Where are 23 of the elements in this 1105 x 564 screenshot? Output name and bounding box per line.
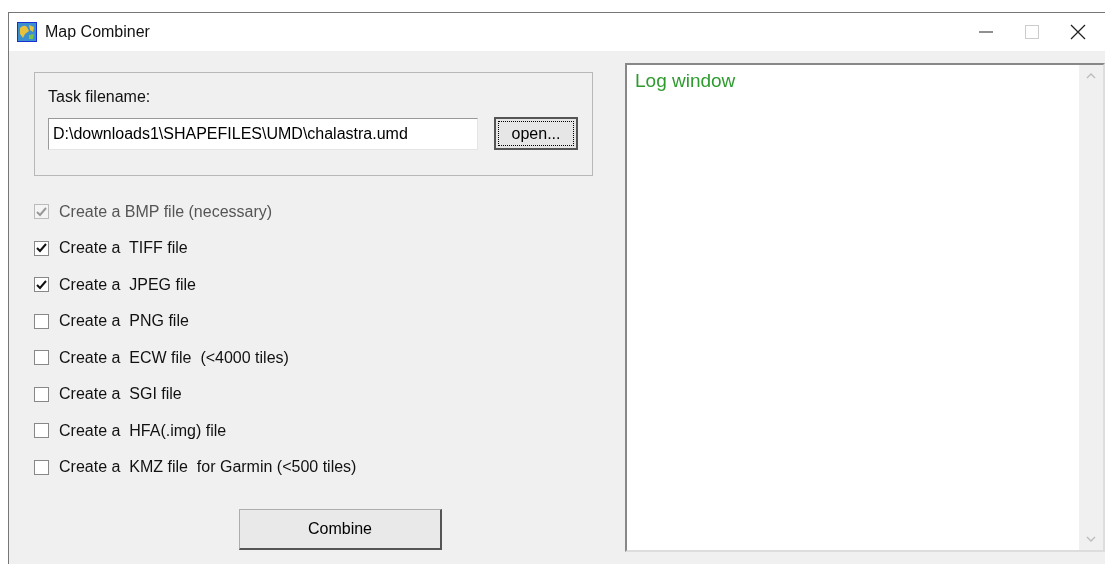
checkbox-label: Create a BMP file (necessary) [59,201,273,222]
checkbox[interactable] [34,350,49,365]
checkbox[interactable] [34,277,49,292]
checkbox-label: Create a ECW file (<4000 tiles) [59,347,289,368]
checkbox-label: Create a KMZ file for Garmin (<500 tiles) [59,457,357,477]
open-button[interactable]: open... [494,117,578,150]
checkbox-label: Create a PNG file [59,311,189,331]
window-title: Map Combiner [45,22,150,42]
checkbox[interactable] [34,240,49,256]
app-globe-icon [17,22,37,42]
checkbox[interactable] [34,313,49,329]
checkbox-label: Create a JPEG file [59,274,196,295]
log-text: Log window [634,69,737,93]
checkbox-label: Create a SGI file [59,384,182,404]
checkbox[interactable] [34,459,49,475]
checkbox[interactable] [34,386,49,402]
combine-button[interactable]: Combine [239,508,442,550]
close-icon[interactable] [1070,24,1086,40]
checkbox[interactable] [34,423,49,438]
checkbox-label: Create a TIFF file [59,238,188,258]
field-label: Task filename: [48,87,152,107]
filename-field[interactable]: D:\downloads1\SHAPEFILES\UMD\chalastra.umd [48,117,478,150]
checkbox-label: Create a HFA(.img) file [59,420,227,441]
